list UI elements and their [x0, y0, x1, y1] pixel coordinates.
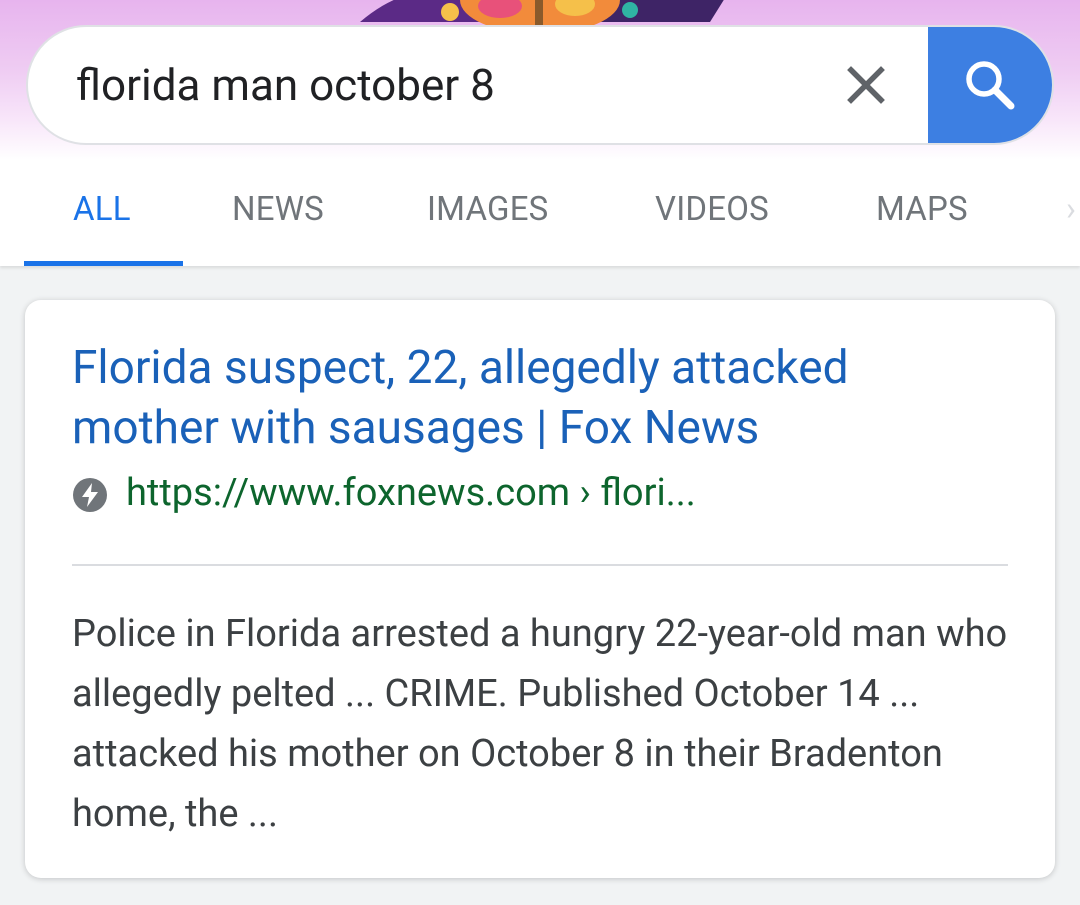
tab-overflow-fade: ›	[1066, 190, 1076, 229]
tab-maps[interactable]: MAPS	[876, 190, 968, 229]
lightning-bolt-icon	[73, 478, 107, 512]
close-icon	[847, 66, 885, 104]
clear-search-button[interactable]	[836, 55, 896, 115]
result-snippet: Police in Florida arrested a hungry 22-y…	[72, 612, 1008, 836]
search-icon	[966, 61, 1015, 110]
divider	[72, 564, 1008, 566]
result-url[interactable]: https://www.foxnews.com › flori...	[126, 468, 696, 518]
search-result-card: Florida suspect, 22, allegedly attacked …	[25, 300, 1055, 878]
search-input[interactable]: florida man october 8	[76, 27, 495, 143]
doodle-illustration	[360, 0, 724, 28]
tab-news[interactable]: NEWS	[232, 190, 324, 229]
tab-all[interactable]: ALL	[73, 190, 131, 229]
search-button[interactable]	[928, 27, 1052, 143]
search-tabs: ALL NEWS IMAGES VIDEOS MAPS ›	[0, 160, 1080, 266]
result-title-link[interactable]: Florida suspect, 22, allegedly attacked …	[72, 338, 972, 458]
tab-videos[interactable]: VIDEOS	[655, 190, 769, 229]
search-bar: florida man october 8	[26, 25, 1054, 145]
search-header: florida man october 8 ALL NEWS IMAGES VI…	[0, 0, 1080, 266]
active-tab-indicator	[24, 261, 183, 266]
tab-images[interactable]: IMAGES	[427, 190, 548, 229]
